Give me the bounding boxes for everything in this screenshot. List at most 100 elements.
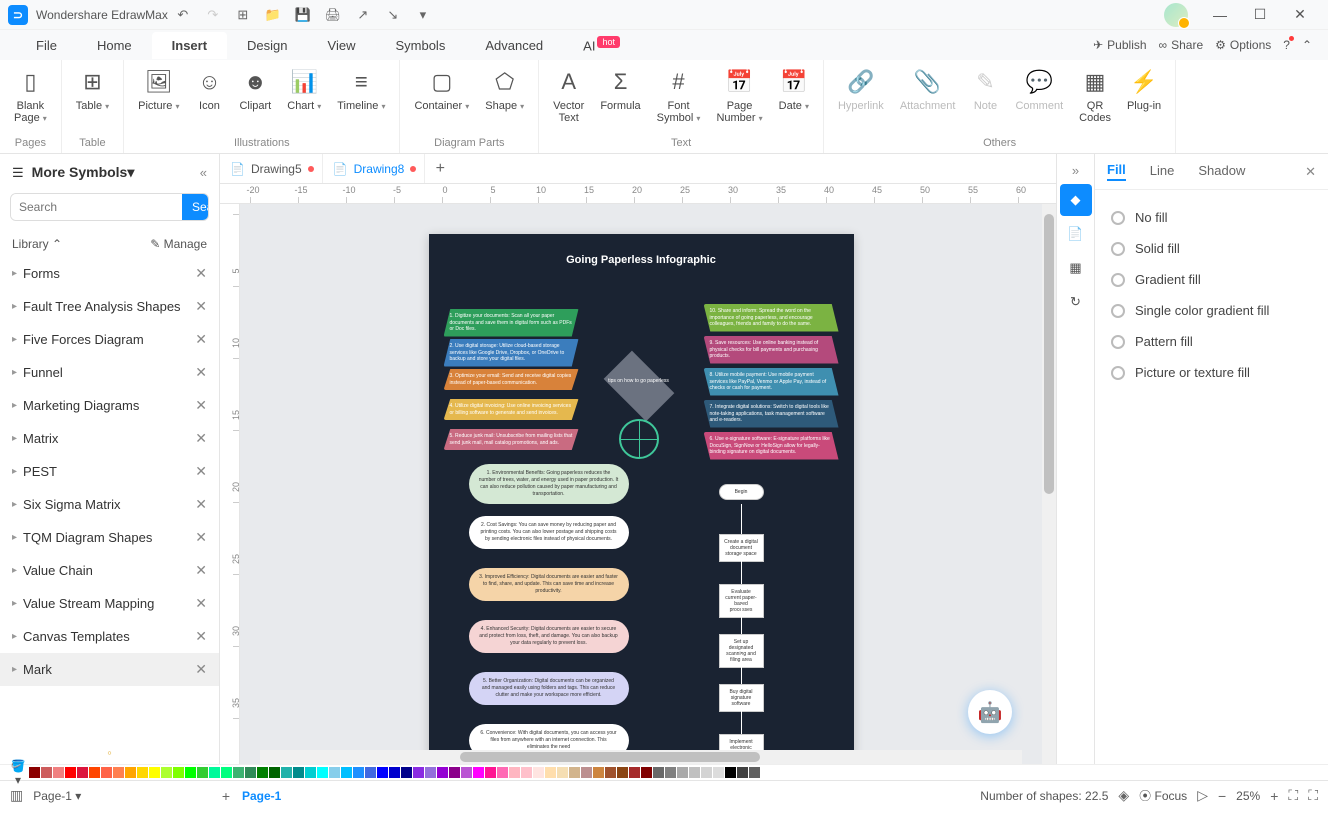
save-button[interactable]: 💾 <box>290 2 316 28</box>
panel-tab-line[interactable]: Line <box>1150 163 1175 180</box>
menu-home[interactable]: Home <box>77 32 152 59</box>
color-swatch[interactable] <box>137 767 148 778</box>
color-swatch[interactable] <box>473 767 484 778</box>
color-swatch[interactable] <box>377 767 388 778</box>
zoom-out-button[interactable]: − <box>1218 788 1226 804</box>
color-swatch[interactable] <box>677 767 688 778</box>
library-item-value-stream-mapping[interactable]: ▸Value Stream Mapping✕ <box>0 587 219 620</box>
ribbon-picture[interactable]: 🖼Picture ▾ <box>130 64 187 116</box>
color-swatch[interactable] <box>401 767 412 778</box>
redo-button[interactable]: ↷ <box>200 2 226 28</box>
ribbon-formula[interactable]: ΣFormula <box>592 64 648 116</box>
manage-library-button[interactable]: ✎ Manage <box>150 237 207 251</box>
close-icon[interactable]: ✕ <box>195 529 207 546</box>
add-tab-button[interactable]: + <box>425 154 455 183</box>
zoom-level[interactable]: 25% <box>1236 789 1260 803</box>
ribbon-container[interactable]: ▢Container ▾ <box>406 64 477 116</box>
horizontal-scrollbar[interactable] <box>260 750 1022 764</box>
close-icon[interactable]: ✕ <box>195 397 207 414</box>
zoom-in-button[interactable]: + <box>1270 788 1278 804</box>
color-swatch[interactable] <box>629 767 640 778</box>
collapse-right-panel[interactable]: » <box>1060 158 1092 182</box>
ribbon-chart[interactable]: 📊Chart ▾ <box>279 64 329 116</box>
page-tab[interactable]: Page-1 <box>230 789 293 803</box>
color-swatch[interactable] <box>449 767 460 778</box>
color-swatch[interactable] <box>425 767 436 778</box>
color-swatch[interactable] <box>89 767 100 778</box>
symbol-search-button[interactable]: Search <box>182 194 209 220</box>
collapse-left-panel[interactable]: « <box>200 165 207 180</box>
share-button[interactable]: ∞ Share <box>1159 38 1204 52</box>
library-header[interactable]: Library ⌃ <box>12 237 62 251</box>
presentation-icon[interactable]: ▷ <box>1197 787 1208 804</box>
options-button[interactable]: ⚙ Options <box>1215 38 1271 52</box>
color-swatch[interactable] <box>581 767 592 778</box>
library-item-fault-tree-analysis-shapes[interactable]: ▸Fault Tree Analysis Shapes✕ <box>0 290 219 323</box>
menu-view[interactable]: View <box>308 32 376 59</box>
ribbon-clipart[interactable]: ☻Clipart <box>231 64 279 116</box>
ribbon-date[interactable]: 📅Date ▾ <box>771 64 817 116</box>
color-swatch[interactable] <box>209 767 220 778</box>
ribbon-page-number[interactable]: 📅PageNumber ▾ <box>708 64 770 128</box>
close-window-button[interactable]: ✕ <box>1280 0 1320 30</box>
history-tool[interactable]: ↻ <box>1060 286 1092 318</box>
library-item-tqm-diagram-shapes[interactable]: ▸TQM Diagram Shapes✕ <box>0 521 219 554</box>
fit-page-button[interactable]: ⛶ <box>1288 787 1298 804</box>
color-swatch[interactable] <box>533 767 544 778</box>
export-button[interactable]: ↗ <box>350 2 376 28</box>
menu-symbols[interactable]: Symbols <box>375 32 465 59</box>
color-swatch[interactable] <box>257 767 268 778</box>
color-swatch[interactable] <box>665 767 676 778</box>
user-avatar[interactable] <box>1164 3 1188 27</box>
menu-file[interactable]: File <box>16 32 77 59</box>
theme-tool[interactable]: ▦ <box>1060 252 1092 284</box>
panel-tab-fill[interactable]: Fill <box>1107 162 1126 181</box>
color-swatch[interactable] <box>593 767 604 778</box>
symbols-panel-title[interactable]: More Symbols▾ <box>32 164 192 181</box>
close-icon[interactable]: ✕ <box>195 463 207 480</box>
close-icon[interactable]: ✕ <box>195 331 207 348</box>
color-swatch[interactable] <box>269 767 280 778</box>
menu-insert[interactable]: Insert <box>152 32 227 59</box>
ribbon-plug-in[interactable]: ⚡Plug-in <box>1119 64 1169 116</box>
fill-option-solid-fill[interactable]: Solid fill <box>1111 233 1312 264</box>
vertical-scrollbar[interactable] <box>1042 204 1056 764</box>
page-list-icon[interactable]: ▥ <box>10 787 23 804</box>
color-swatch[interactable] <box>689 767 700 778</box>
add-page-button[interactable]: + <box>222 788 230 804</box>
color-swatch[interactable] <box>413 767 424 778</box>
minimize-button[interactable]: — <box>1200 0 1240 30</box>
color-swatch[interactable] <box>521 767 532 778</box>
close-icon[interactable]: ✕ <box>195 661 207 678</box>
library-item-matrix[interactable]: ▸Matrix✕ <box>0 422 219 455</box>
close-icon[interactable]: ✕ <box>195 430 207 447</box>
fill-option-pattern-fill[interactable]: Pattern fill <box>1111 326 1312 357</box>
close-icon[interactable]: ✕ <box>195 595 207 612</box>
ribbon-vector-text[interactable]: AVectorText <box>545 64 592 128</box>
color-swatch[interactable] <box>101 767 112 778</box>
menu-design[interactable]: Design <box>227 32 307 59</box>
fullscreen-button[interactable]: ⛶ <box>1308 787 1318 804</box>
print-button[interactable]: 🖨 <box>320 2 346 28</box>
color-swatch[interactable] <box>437 767 448 778</box>
canvas-page[interactable]: Going Paperless Infographic 1. Digitize … <box>429 234 854 764</box>
ribbon-blank-page[interactable]: ▯BlankPage ▾ <box>6 64 55 128</box>
page-selector[interactable]: Page-1 ▾ <box>33 789 81 803</box>
undo-button[interactable]: ↶ <box>170 2 196 28</box>
color-swatch[interactable] <box>641 767 652 778</box>
menu-advanced[interactable]: Advanced <box>465 32 563 59</box>
focus-button[interactable]: ⦿ Focus <box>1139 787 1187 804</box>
color-swatch[interactable] <box>761 767 772 778</box>
color-swatch[interactable] <box>653 767 664 778</box>
library-item-five-forces-diagram[interactable]: ▸Five Forces Diagram✕ <box>0 323 219 356</box>
color-swatch[interactable] <box>65 767 76 778</box>
color-swatch[interactable] <box>389 767 400 778</box>
close-icon[interactable]: ✕ <box>195 628 207 645</box>
fill-option-picture-or-texture-fill[interactable]: Picture or texture fill <box>1111 357 1312 388</box>
color-swatch[interactable] <box>77 767 88 778</box>
color-swatch[interactable] <box>617 767 628 778</box>
page-tool[interactable]: 📄 <box>1060 218 1092 250</box>
color-swatch[interactable] <box>341 767 352 778</box>
color-swatch[interactable] <box>713 767 724 778</box>
ribbon-qr-codes[interactable]: ▦QRCodes <box>1071 64 1119 128</box>
